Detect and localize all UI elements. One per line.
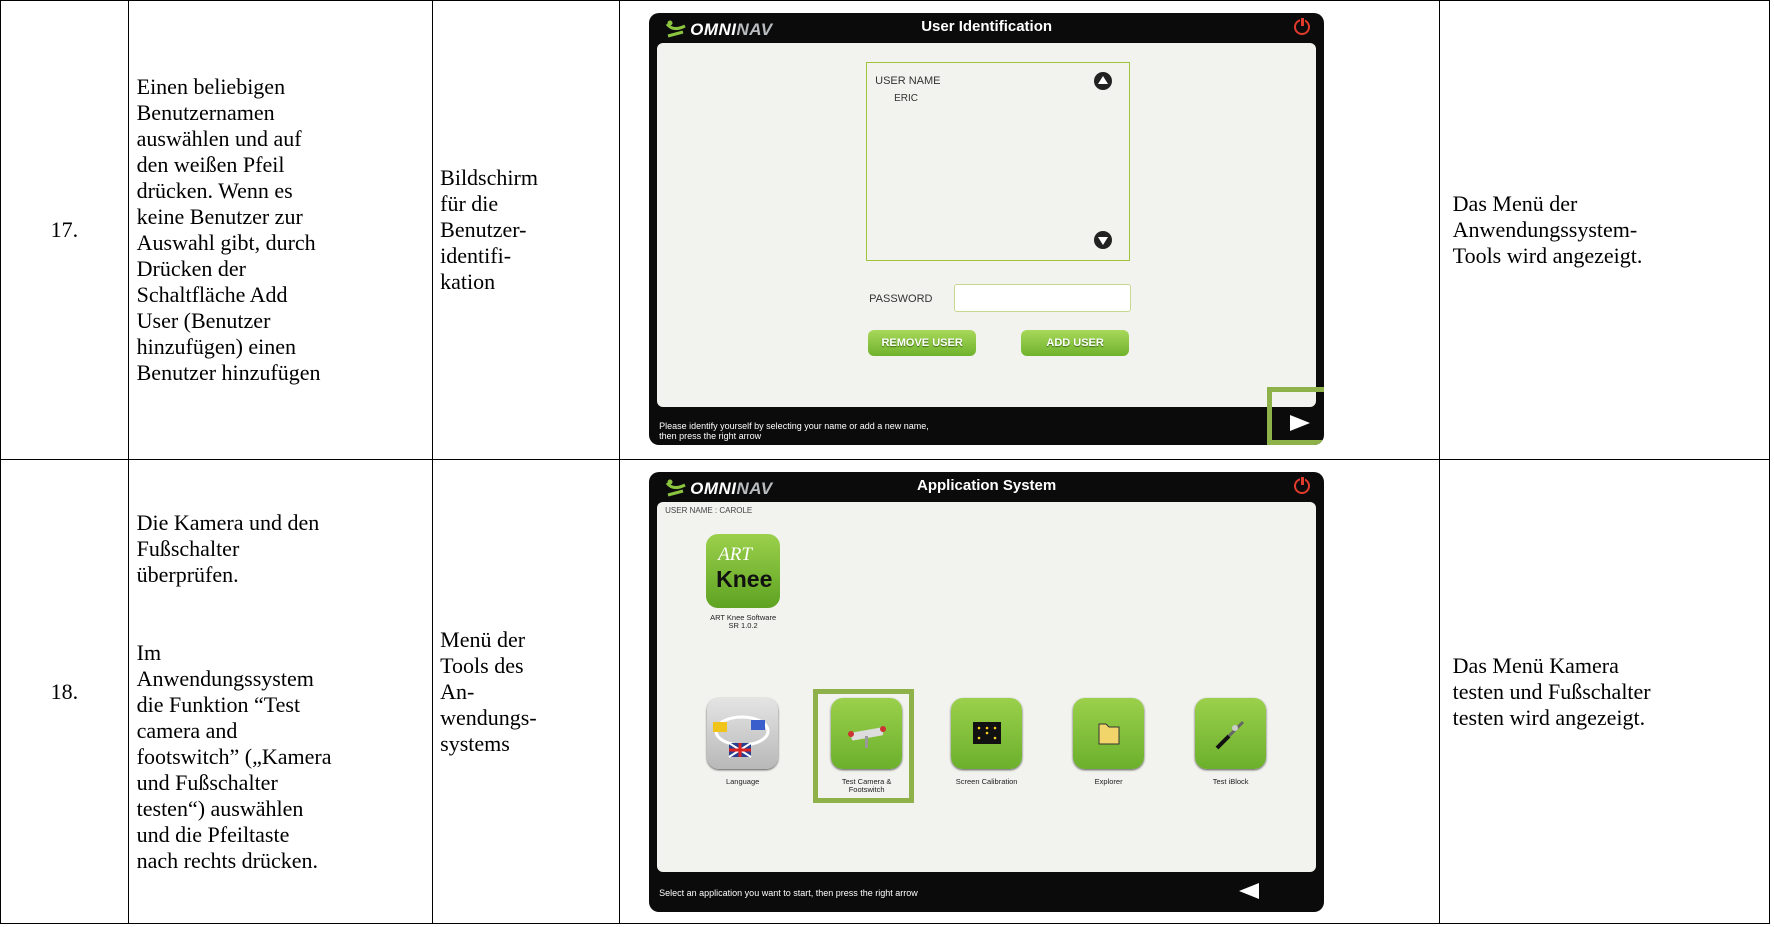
scroll-up-icon[interactable] (1094, 72, 1113, 90)
step-action: Die Kamera und den Fußschalter überprüfe… (136, 509, 332, 873)
screen-name: Bildschirm für die Benutzer- identifi- k… (440, 165, 538, 294)
expected-result: Das Menü Kamera testen und Fußschalter t… (1452, 652, 1651, 730)
calibration-screen-icon (973, 722, 1002, 744)
user-list-label: USER NAME (875, 75, 941, 87)
power-icon[interactable] (1294, 17, 1311, 35)
user-identification-screenshot: OMNINAV User Identification USER NAME ER… (649, 13, 1325, 445)
scroll-down-icon[interactable] (1094, 231, 1113, 249)
art-knee-logo-bottom: Knee (716, 566, 773, 592)
screenshot-cell: OMNINAV User Identification USER NAME ER… (619, 0, 1440, 460)
tile-label-test-iblock: Test iBlock (1212, 777, 1249, 786)
highlight-box (813, 689, 915, 803)
iblock-probe-icon (1215, 720, 1245, 750)
right-arrow-icon[interactable] (1290, 415, 1311, 431)
art-knee-logo-top: ART (718, 544, 752, 565)
screen-title: User Identification (921, 18, 1053, 35)
password-field[interactable] (954, 284, 1132, 312)
expected-result: Das Menü der Anwendungssystem- Tools wir… (1452, 191, 1643, 268)
application-system-screenshot: OMNINAV Application System USER NAME : C… (649, 472, 1325, 912)
remove-user-button[interactable]: REMOVE USER (868, 330, 977, 356)
tile-label-language: Language (725, 777, 760, 786)
status-text: Please identify yourself by selecting yo… (659, 421, 929, 441)
art-knee-software-label: ART Knee Software SR 1.0.2 (710, 613, 777, 630)
left-arrow-icon[interactable] (1239, 883, 1260, 899)
step-action: Einen beliebigen Benutzernamen auswählen… (136, 74, 321, 385)
tile-label-explorer: Explorer (1094, 777, 1123, 786)
step-number: 18. (0, 459, 129, 924)
table-row: 17. Einen beliebigen Benutzernamen auswä… (0, 0, 1771, 460)
user-name-label: USER NAME : CAROLE (665, 506, 753, 515)
explorer-tile[interactable] (1073, 698, 1145, 769)
language-flags-icon (713, 715, 770, 758)
language-tile[interactable] (707, 698, 779, 769)
user-list[interactable]: USER NAME ERIC (866, 62, 1131, 261)
screenshot-cell: OMNINAV Application System USER NAME : C… (619, 459, 1440, 924)
screen-calibration-tile[interactable] (951, 698, 1023, 769)
screen-title: Application System (917, 477, 1057, 494)
status-text: Select an application you want to start,… (659, 888, 918, 898)
step-number: 17. (0, 0, 129, 460)
power-icon[interactable] (1294, 476, 1311, 494)
password-label: PASSWORD (869, 293, 933, 305)
tile-label-screen-calibration: Screen Calibration (955, 777, 1018, 786)
procedure-table: 17. Einen beliebigen Benutzernamen auswä… (0, 0, 1771, 924)
art-knee-app-icon[interactable]: ART Knee (706, 534, 781, 608)
table-row: 18. Die Kamera und den Fußschalter überp… (0, 459, 1771, 924)
test-iblock-tile[interactable] (1195, 698, 1267, 769)
list-item[interactable]: ERIC (894, 93, 918, 104)
folder-icon (1098, 723, 1120, 745)
add-user-button[interactable]: ADD USER (1021, 330, 1130, 356)
screen-name: Menü der Tools des An- wendungs- systems (440, 626, 537, 756)
